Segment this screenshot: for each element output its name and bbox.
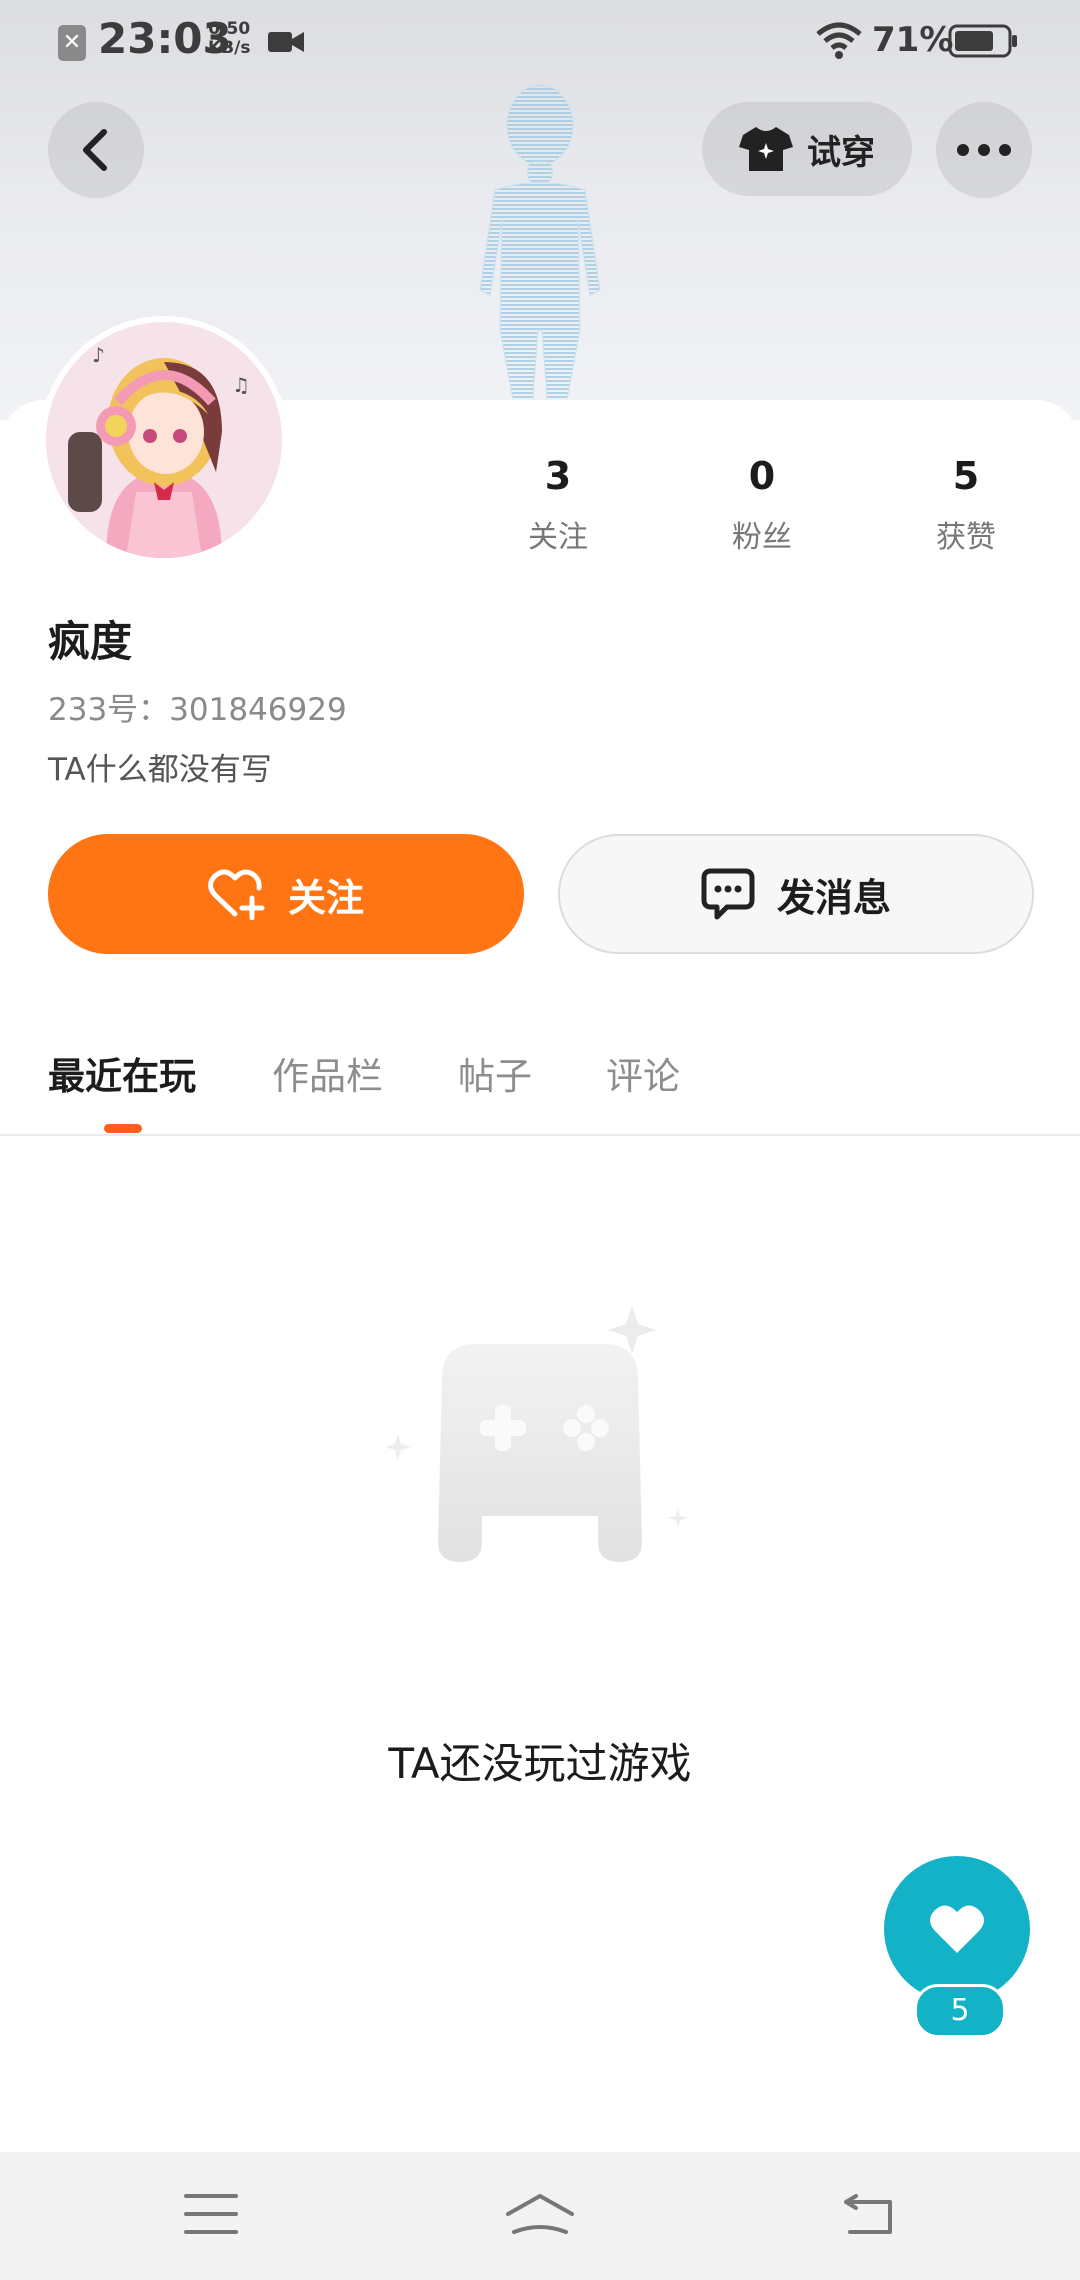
- send-message-label: 发消息: [776, 875, 891, 920]
- network-speed-unit: KB/s: [208, 38, 251, 58]
- network-speed: 0.50 KB/s: [208, 20, 250, 58]
- follow-label: 关注: [287, 875, 364, 920]
- heart-plus-icon: [208, 869, 265, 920]
- stat-likes-count: 5: [952, 454, 980, 498]
- tab-works[interactable]: 作品栏: [272, 1046, 383, 1100]
- send-message-button[interactable]: 发消息: [558, 834, 1034, 954]
- like-count-badge: 5: [914, 1984, 1006, 2038]
- battery-percent: 71%: [872, 20, 954, 60]
- status-bar: ✕ 23:03 0.50 KB/s 71%: [0, 0, 1080, 84]
- back-button[interactable]: [48, 102, 144, 198]
- avatar[interactable]: ♪ ♫: [46, 322, 282, 558]
- stat-following-count: 3: [544, 454, 572, 498]
- tshirt-icon: [739, 127, 793, 171]
- profile-bio: TA什么都没有写: [48, 752, 272, 788]
- chat-bubble-icon: [701, 868, 755, 920]
- stat-following[interactable]: 3 关注: [488, 452, 628, 556]
- empty-state-text: TA还没玩过游戏: [388, 1739, 692, 1788]
- profile-name: 疯度: [48, 617, 133, 666]
- profile-uid: 233号：301846929: [48, 692, 347, 728]
- avatar-illustration: ♪ ♫: [46, 322, 282, 558]
- stat-following-label: 关注: [528, 520, 588, 555]
- stat-followers-count: 0: [748, 454, 776, 498]
- heart-icon: [930, 1905, 984, 1953]
- svg-text:♫: ♫: [232, 373, 250, 397]
- stat-likes-label: 获赞: [936, 520, 996, 555]
- stat-followers[interactable]: 0 粉丝: [692, 452, 832, 556]
- follow-button[interactable]: 关注: [48, 834, 524, 954]
- network-speed-value: 0.50: [208, 19, 251, 39]
- back-arrow-icon: [83, 129, 107, 171]
- avatar-3d-figure: [479, 84, 601, 410]
- system-navigation-bar: [0, 2152, 1080, 2280]
- more-dots-icon: [957, 144, 1011, 156]
- screen-record-icon: [268, 32, 304, 52]
- tab-comments[interactable]: 评论: [606, 1046, 680, 1100]
- battery-icon: [948, 24, 1017, 58]
- stat-followers-label: 粉丝: [732, 520, 792, 555]
- tab-posts[interactable]: 帖子: [458, 1046, 532, 1100]
- stat-likes[interactable]: 5 获赞: [896, 452, 1036, 556]
- no-sim-icon: ✕: [58, 25, 86, 61]
- gamepad-empty-icon: [385, 1306, 688, 1562]
- tab-recently-played[interactable]: 最近在玩: [48, 1046, 196, 1100]
- svg-text:♪: ♪: [92, 343, 105, 367]
- menu-icon[interactable]: [184, 2192, 238, 2236]
- profile-tabs: 最近在玩 作品栏 帖子 评论: [0, 1036, 1080, 1136]
- home-icon[interactable]: [504, 2192, 576, 2238]
- try-on-label: 试穿: [807, 132, 875, 173]
- like-button[interactable]: [884, 1856, 1030, 2002]
- try-on-button[interactable]: 试穿: [702, 102, 912, 196]
- wifi-icon: [816, 22, 862, 59]
- more-options-button[interactable]: [936, 102, 1032, 198]
- back-nav-icon[interactable]: [842, 2192, 896, 2236]
- active-tab-indicator: [104, 1124, 142, 1133]
